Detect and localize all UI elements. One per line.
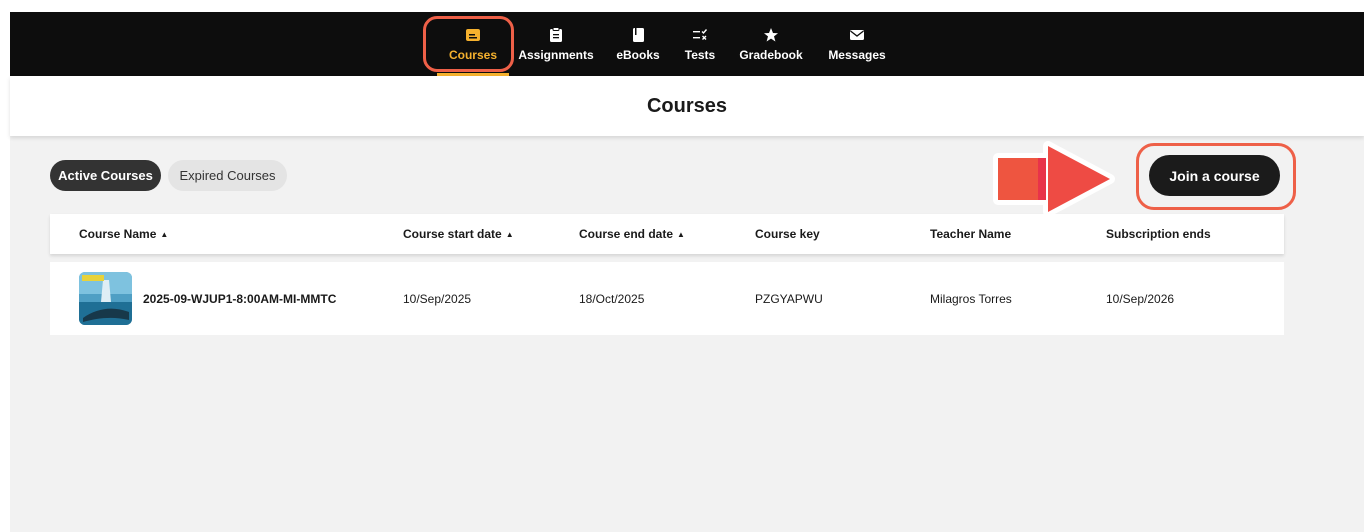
arrow-pointer-icon: [993, 141, 1115, 217]
checklist-icon: [693, 28, 708, 40]
col-end-date[interactable]: Course end date ▲: [579, 214, 685, 254]
nav-label-assignments: Assignments: [518, 47, 594, 62]
tab-active-courses[interactable]: Active Courses: [50, 160, 161, 191]
nav-label-tests: Tests: [684, 47, 716, 62]
nav-label-gradebook: Gradebook: [739, 47, 803, 62]
col-course-key-label: Course key: [755, 227, 820, 241]
nav-item-messages[interactable]: Messages: [824, 12, 890, 76]
col-teacher-name-label: Teacher Name: [930, 227, 1012, 241]
star-icon: [764, 27, 778, 41]
join-course-button[interactable]: Join a course: [1149, 155, 1280, 196]
page-header: Courses: [10, 76, 1364, 136]
clipboard-icon: [550, 26, 562, 42]
table-row[interactable]: 2025-09-WJUP1-8:00AM-MI-MMTC 10/Sep/2025…: [50, 262, 1284, 335]
sort-asc-icon: ▲: [505, 229, 514, 239]
subscription-ends: 10/Sep/2026: [1106, 291, 1175, 306]
sort-asc-icon: ▲: [677, 229, 685, 239]
nav-label-ebooks: eBooks: [616, 47, 660, 62]
page: Courses Assignments eBooks Tests Gradebo…: [10, 12, 1364, 532]
course-key: PZGYAPWU: [755, 291, 823, 306]
col-end-date-label: Course end date: [579, 227, 674, 241]
sort-asc-icon: ▲: [160, 229, 169, 239]
course-end-date: 18/Oct/2025: [579, 291, 645, 306]
teacher-name: Milagros Torres: [930, 291, 1012, 306]
col-subscription-ends: Subscription ends: [1106, 214, 1211, 254]
nav-item-ebooks[interactable]: eBooks: [612, 12, 664, 76]
course-thumbnail: [79, 272, 132, 325]
col-course-key: Course key: [755, 214, 820, 254]
nav-item-assignments[interactable]: Assignments: [518, 12, 594, 76]
tab-expired-courses[interactable]: Expired Courses: [168, 160, 287, 191]
col-course-name-label: Course Name: [79, 227, 157, 241]
nav-item-gradebook[interactable]: Gradebook: [736, 12, 806, 76]
col-subscription-ends-label: Subscription ends: [1106, 227, 1211, 241]
courses-highlight-outline: [423, 16, 514, 72]
col-teacher-name: Teacher Name: [930, 214, 1011, 254]
course-start-date: 10/Sep/2025: [403, 291, 472, 306]
table-header: Course Name ▲ Course start date ▲ Course…: [50, 214, 1284, 254]
nav-item-tests[interactable]: Tests: [680, 12, 720, 76]
col-course-name[interactable]: Course Name ▲: [79, 214, 168, 254]
nav-label-messages: Messages: [828, 47, 886, 62]
envelope-icon: [850, 29, 864, 40]
top-nav: Courses Assignments eBooks Tests Gradebo…: [10, 12, 1364, 76]
book-icon: [633, 27, 644, 42]
col-start-date-label: Course start date: [403, 227, 502, 241]
page-title: Courses: [646, 94, 728, 117]
col-start-date[interactable]: Course start date ▲: [403, 214, 514, 254]
course-name[interactable]: 2025-09-WJUP1-8:00AM-MI-MMTC: [143, 262, 336, 335]
